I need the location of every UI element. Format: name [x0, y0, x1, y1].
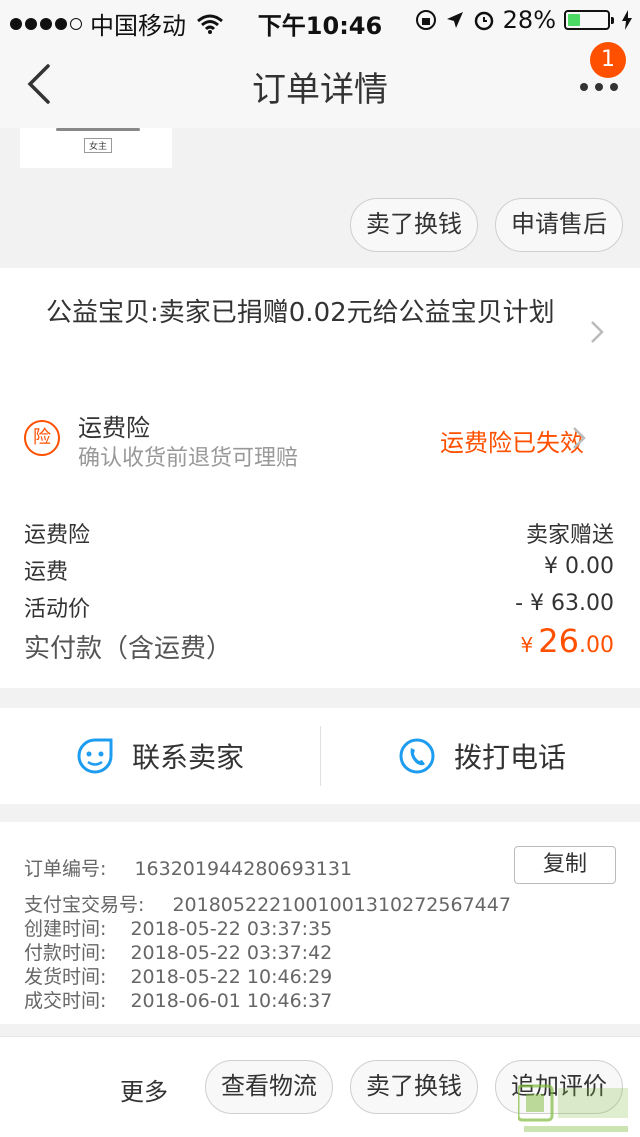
paid-value: 2018-05-22 03:37:42 — [130, 942, 333, 964]
view-logistics-button[interactable]: 查看物流 — [205, 1060, 333, 1114]
product-tag: 女主 — [84, 138, 113, 153]
copy-button[interactable]: 复制 — [514, 846, 616, 884]
status-right: 28% — [415, 6, 632, 34]
product-thumbnail[interactable]: 女主 — [20, 128, 172, 168]
insurance-status[interactable]: 运费险已失效 — [440, 423, 584, 458]
nav-bar: 订单详情 1 — [0, 40, 640, 128]
sell-button-bottom[interactable]: 卖了换钱 — [350, 1060, 478, 1114]
completed-value: 2018-06-01 10:46:37 — [130, 990, 333, 1012]
summary-label: 运费险 — [24, 523, 91, 548]
alipay-label: 支付宝交易号: — [24, 894, 145, 916]
insurance-title: 运费险 — [78, 414, 150, 442]
location-icon — [446, 12, 463, 28]
insurance-subtitle: 确认收货前退货可理赔 — [78, 446, 299, 471]
summary-label: 运费 — [24, 560, 69, 585]
summary-value: - ¥ 63.00 — [515, 591, 614, 616]
more-icon[interactable] — [578, 80, 620, 94]
alipay-row: 支付宝交易号: 2018052221001001310272567447 — [24, 890, 511, 917]
alipay-value: 2018052221001001310272567447 — [172, 894, 511, 916]
charity-text[interactable]: 公益宝贝:卖家已捐赠0.02元给公益宝贝计划 — [46, 296, 576, 330]
page-title: 订单详情 — [252, 70, 388, 110]
call-label: 拨打电话 — [454, 741, 567, 774]
total-label: 实付款（含运费） — [24, 634, 233, 664]
contact-divider — [320, 726, 321, 786]
shipped-value: 2018-05-22 10:46:29 — [130, 966, 333, 988]
total-decimal: .00 — [579, 633, 614, 658]
watermark-logo — [518, 1084, 628, 1132]
completed-row: 成交时间: 2018-06-01 10:46:37 — [24, 986, 332, 1013]
order-number-row: 订单编号: 163201944280693131 — [24, 854, 352, 881]
order-number-value: 163201944280693131 — [134, 858, 353, 880]
created-row: 创建时间: 2018-05-22 03:37:35 — [24, 914, 332, 941]
insurance-icon: 险 — [24, 420, 60, 456]
created-label: 创建时间: — [24, 918, 107, 940]
paid-label: 付款时间: — [24, 942, 107, 964]
alarm-icon — [474, 11, 493, 31]
battery-icon — [564, 10, 614, 30]
phone-icon — [399, 738, 435, 774]
completed-label: 成交时间: — [24, 990, 107, 1012]
more-button[interactable]: 更多 — [120, 1072, 168, 1107]
total-integer: 26 — [538, 622, 579, 660]
summary-label: 活动价 — [24, 597, 91, 622]
insurance-chevron-icon — [573, 427, 586, 449]
summary-value: 卖家赠送 — [525, 523, 614, 548]
summary-value: ¥ 0.00 — [544, 554, 614, 579]
contact-seller-button[interactable]: 联系卖家 — [76, 708, 244, 804]
created-value: 2018-05-22 03:37:35 — [130, 918, 333, 940]
shipped-row: 发货时间: 2018-05-22 10:46:29 — [24, 962, 332, 989]
charging-icon — [622, 10, 632, 30]
rotation-lock-icon — [415, 10, 436, 30]
total-value: ¥ 26.00 — [520, 622, 614, 660]
contact-bar: 联系卖家 拨打电话 — [0, 708, 640, 804]
charity-chevron-icon — [591, 321, 604, 343]
sell-button-top[interactable]: 卖了换钱 — [350, 198, 478, 252]
paid-row: 付款时间: 2018-05-22 03:37:42 — [24, 938, 332, 965]
status-bar: 中国移动 下午10:46 28% — [0, 0, 640, 40]
order-number-label: 订单编号: — [24, 858, 107, 880]
contact-seller-label: 联系卖家 — [132, 741, 245, 774]
aftersale-button[interactable]: 申请售后 — [495, 198, 623, 252]
shipped-label: 发货时间: — [24, 966, 107, 988]
battery-percent: 28% — [502, 6, 556, 34]
total-currency: ¥ — [520, 633, 534, 657]
product-shadow — [56, 128, 140, 131]
call-button[interactable]: 拨打电话 — [398, 708, 566, 804]
notification-badge: 1 — [590, 42, 626, 78]
chat-face-icon — [77, 738, 113, 774]
